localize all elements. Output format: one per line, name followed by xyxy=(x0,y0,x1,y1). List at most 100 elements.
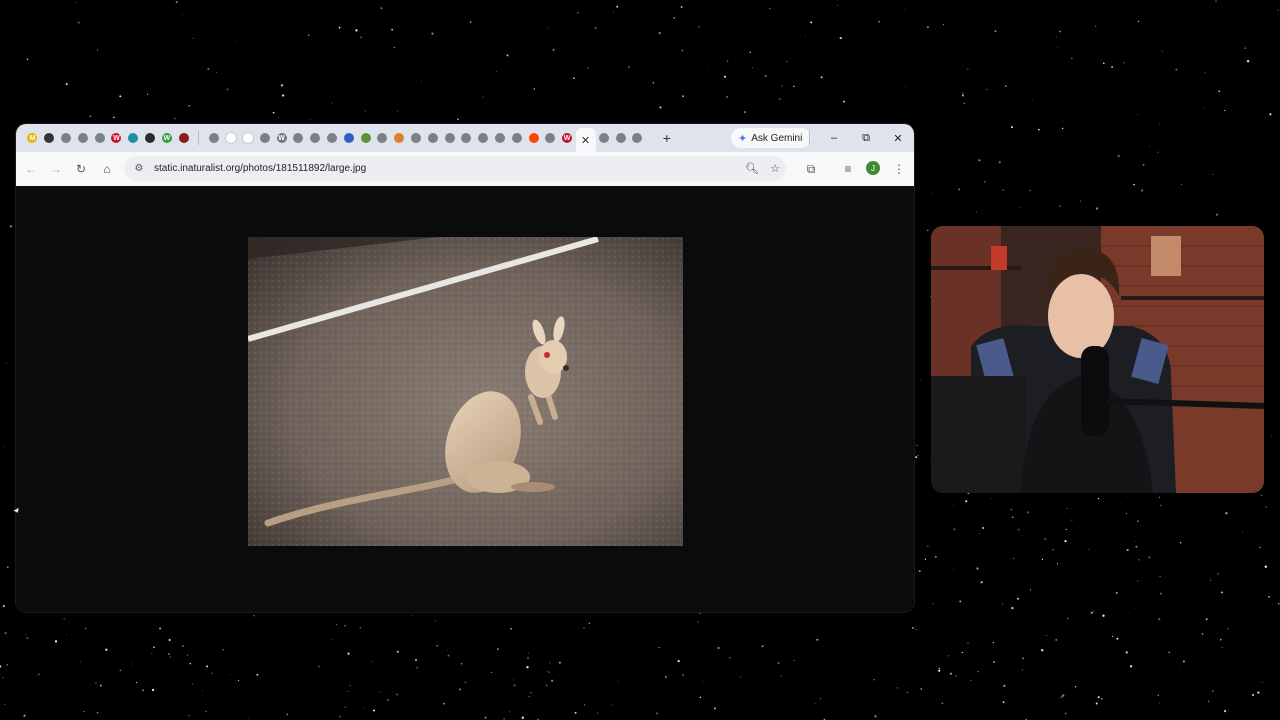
star-dot xyxy=(698,26,700,28)
tab-2[interactable] xyxy=(58,124,75,152)
tab-15[interactable]: W xyxy=(273,124,290,152)
tab-29[interactable] xyxy=(508,124,525,152)
url-text[interactable]: static.inaturalist.org/photos/181511892/… xyxy=(154,163,366,174)
address-bar[interactable]: ⚙ static.inaturalist.org/photos/18151189… xyxy=(124,156,786,181)
star-dot xyxy=(1041,649,1044,652)
tab-20[interactable] xyxy=(357,124,374,152)
tab-19[interactable] xyxy=(340,124,357,152)
tab-8[interactable]: W xyxy=(158,124,175,152)
tab-27[interactable] xyxy=(475,124,492,152)
tab-28[interactable] xyxy=(492,124,509,152)
star-dot xyxy=(994,30,997,33)
close-window-button[interactable]: ✕ xyxy=(883,124,913,152)
tab-13[interactable] xyxy=(240,124,257,152)
new-tab-button[interactable]: + xyxy=(656,124,678,152)
tab-active[interactable]: ✕ xyxy=(575,128,596,152)
star-dot xyxy=(1126,548,1129,552)
globe-icon xyxy=(326,133,337,143)
tab-36[interactable] xyxy=(629,124,646,152)
bookmark-star-icon[interactable]: ☆ xyxy=(767,160,783,176)
reload-icon[interactable]: ↻ xyxy=(72,160,90,178)
tab-11[interactable] xyxy=(206,124,223,152)
star-dot xyxy=(932,603,934,604)
reading-list-icon[interactable]: ≡ xyxy=(839,160,857,178)
star-dot xyxy=(953,528,956,531)
ask-gemini-button[interactable]: ✦ Ask Gemini xyxy=(731,128,812,148)
tab-35[interactable] xyxy=(612,124,629,152)
star-dot xyxy=(79,661,81,663)
star-dot xyxy=(510,627,512,630)
star-dot xyxy=(434,620,436,622)
star-dot xyxy=(192,37,194,39)
star-dot xyxy=(549,662,551,664)
restore-button[interactable]: ⧉ xyxy=(851,124,881,152)
tab-7[interactable] xyxy=(142,124,159,152)
tab-25[interactable] xyxy=(441,124,458,152)
site-info-icon[interactable]: ⚙ xyxy=(130,163,148,174)
star-dot xyxy=(338,715,341,718)
star-dot xyxy=(1041,558,1044,561)
globe-icon xyxy=(128,133,139,143)
tab-32[interactable]: W xyxy=(559,124,576,152)
zoom-icon[interactable]: 🔍︎ xyxy=(744,160,760,176)
tab-6[interactable] xyxy=(125,124,142,152)
tab-24[interactable] xyxy=(424,124,441,152)
tab-12[interactable] xyxy=(223,124,240,152)
tab-34[interactable] xyxy=(596,124,613,152)
tab-31[interactable] xyxy=(542,124,559,152)
forward-arrow-icon[interactable]: → xyxy=(47,160,65,178)
star-dot xyxy=(4,445,6,447)
star-dot xyxy=(1157,694,1159,696)
tab-4[interactable] xyxy=(91,124,108,152)
star-dot xyxy=(1183,660,1185,663)
star-dot xyxy=(1111,635,1114,638)
star-dot xyxy=(1225,512,1228,515)
tab-23[interactable] xyxy=(408,124,425,152)
tab-1[interactable] xyxy=(41,124,58,152)
tab-22[interactable] xyxy=(391,124,408,152)
star-dot xyxy=(1265,506,1267,508)
gemini-sparkle-icon: ✦ xyxy=(738,132,748,145)
star-dot xyxy=(761,645,764,648)
globe-icon xyxy=(478,133,489,143)
tab-21[interactable] xyxy=(374,124,391,152)
star-dot xyxy=(708,66,710,68)
star-dot xyxy=(1102,614,1105,617)
star-dot xyxy=(1210,579,1212,581)
star-dot xyxy=(677,659,680,663)
star-dot xyxy=(6,664,8,666)
profile-avatar[interactable]: J xyxy=(866,161,880,175)
star-dot xyxy=(1180,183,1183,185)
star-dot xyxy=(521,716,524,719)
tab-17[interactable] xyxy=(307,124,324,152)
star-dot xyxy=(552,48,555,51)
tab-0[interactable]: M xyxy=(24,124,41,152)
close-tab-icon[interactable]: ✕ xyxy=(581,134,590,147)
tab-16[interactable] xyxy=(290,124,307,152)
star-dot xyxy=(967,68,969,70)
tab-9[interactable] xyxy=(175,124,192,152)
star-dot xyxy=(588,622,591,625)
tab-30[interactable] xyxy=(525,124,542,152)
minimize-button[interactable]: – xyxy=(819,124,849,152)
tab-26[interactable] xyxy=(458,124,475,152)
star-dot xyxy=(928,507,929,509)
star-dot xyxy=(1218,90,1221,93)
tab-14[interactable] xyxy=(256,124,273,152)
star-dot xyxy=(906,691,909,694)
menu-kebab-icon[interactable]: ⋮ xyxy=(890,160,908,178)
star-dot xyxy=(1062,121,1064,122)
tab-18[interactable] xyxy=(324,124,341,152)
home-icon[interactable]: ⌂ xyxy=(98,160,116,178)
tab-5[interactable]: W xyxy=(108,124,125,152)
star-dot xyxy=(781,85,783,87)
google-lens-icon[interactable]: ⧉ xyxy=(802,160,820,178)
star-dot xyxy=(135,681,138,684)
star-dot xyxy=(387,699,390,701)
star-dot xyxy=(1013,557,1015,559)
star-dot xyxy=(151,652,153,655)
star-dot xyxy=(347,691,349,693)
tab-3[interactable] xyxy=(74,124,91,152)
star-dot xyxy=(1220,591,1223,594)
back-arrow-icon[interactable]: ← xyxy=(22,160,40,178)
